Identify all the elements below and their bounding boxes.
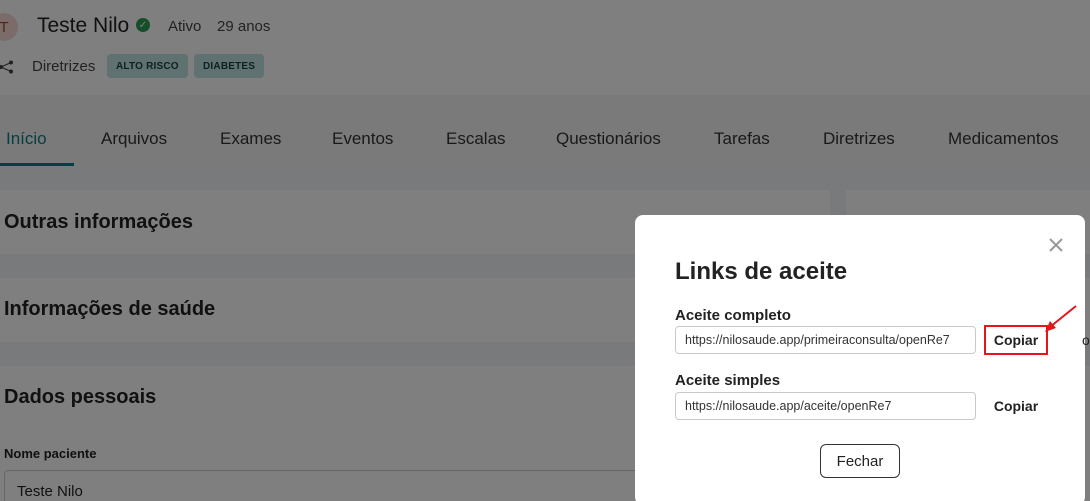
modal-title: Links de aceite	[675, 258, 848, 285]
annotation-arrow-icon	[1045, 305, 1077, 332]
edge-glyph: o	[1082, 332, 1090, 348]
close-icon[interactable]	[1046, 235, 1066, 255]
full-consent-url-input[interactable]	[675, 326, 976, 354]
copy-full-consent-button[interactable]: Copiar	[984, 325, 1048, 355]
links-modal: Links de aceite Aceite completo Copiar A…	[635, 215, 1085, 501]
full-consent-label: Aceite completo	[675, 307, 791, 324]
close-button[interactable]: Fechar	[820, 444, 900, 478]
simple-consent-label: Aceite simples	[675, 372, 781, 389]
simple-consent-url-input[interactable]	[675, 392, 976, 420]
copy-simple-consent-button[interactable]: Copiar	[984, 391, 1048, 421]
